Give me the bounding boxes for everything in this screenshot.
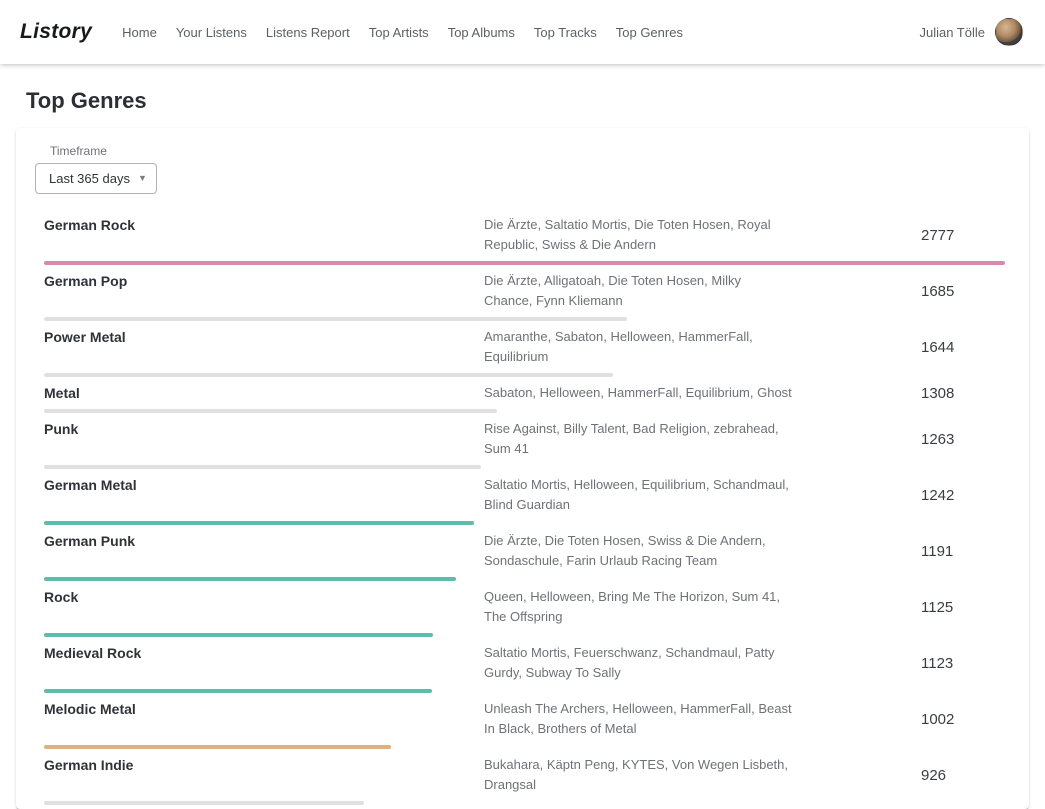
table-row: Melodic Metal Unleash The Archers, Hello… [44,693,1005,749]
genre-name: Medieval Rock [44,643,484,683]
table-row: German Rock Die Ärzte, Saltatio Mortis, … [44,209,1005,265]
nav-item-your-listens[interactable]: Your Listens [176,25,247,40]
genre-listen-count: 1002 [921,711,1005,728]
genre-top-artists: Bukahara, Käptn Peng, KYTES, Von Wegen L… [484,755,792,795]
genre-name: Punk [44,419,484,459]
genre-name: Melodic Metal [44,699,484,739]
nav-item-top-genres[interactable]: Top Genres [616,25,683,40]
nav-item-top-albums[interactable]: Top Albums [448,25,515,40]
user-name[interactable]: Julian Tölle [919,25,985,40]
genre-name: German Rock [44,215,484,255]
nav-item-home[interactable]: Home [122,25,157,40]
table-row: Medieval Rock Saltatio Mortis, Feuerschw… [44,637,1005,693]
genre-name: Power Metal [44,327,484,367]
genre-bar [44,801,364,805]
app-logo[interactable]: Listory [20,20,92,44]
genre-listen-count: 2777 [921,227,1005,244]
genre-listen-count: 1263 [921,431,1005,448]
timeframe-select[interactable]: Last 365 days ▼ [35,163,157,194]
genre-top-artists: Amaranthe, Sabaton, Helloween, HammerFal… [484,327,792,367]
genre-top-artists: Die Ärzte, Alligatoah, Die Toten Hosen, … [484,271,792,311]
genre-listen-count: 1191 [921,543,1005,560]
table-row: Metal Sabaton, Helloween, HammerFall, Eq… [44,377,1005,413]
nav-item-listens-report[interactable]: Listens Report [266,25,350,40]
nav-item-top-tracks[interactable]: Top Tracks [534,25,597,40]
table-row: German Pop Die Ärzte, Alligatoah, Die To… [44,265,1005,321]
genre-listen-count: 926 [921,767,1005,784]
top-genres-card: Timeframe Last 365 days ▼ German Rock Di… [16,128,1029,809]
genre-name: German Indie [44,755,484,795]
app-bar: Listory Home Your Listens Listens Report… [0,0,1045,64]
timeframe-selected-value: Last 365 days [49,171,130,186]
genre-top-artists: Saltatio Mortis, Helloween, Equilibrium,… [484,475,792,515]
timeframe-control: Timeframe Last 365 days ▼ [35,144,1029,194]
genre-listen-count: 1123 [921,655,1005,672]
genre-name: German Pop [44,271,484,311]
table-row: German Indie Bukahara, Käptn Peng, KYTES… [44,749,1005,805]
genre-name: German Metal [44,475,484,515]
genre-name: Metal [44,383,484,403]
genre-listen-count: 1242 [921,487,1005,504]
timeframe-label: Timeframe [50,144,1029,158]
genre-name: Rock [44,587,484,627]
genre-listen-count: 1644 [921,339,1005,356]
nav-item-top-artists[interactable]: Top Artists [369,25,429,40]
genre-listen-count: 1308 [921,385,1005,402]
genre-top-artists: Die Ärzte, Saltatio Mortis, Die Toten Ho… [484,215,792,255]
genre-listen-count: 1125 [921,599,1005,616]
genre-top-artists: Die Ärzte, Die Toten Hosen, Swiss & Die … [484,531,792,571]
table-row: German Punk Die Ärzte, Die Toten Hosen, … [44,525,1005,581]
genre-top-artists: Saltatio Mortis, Feuerschwanz, Schandmau… [484,643,792,683]
genre-listen-count: 1685 [921,283,1005,300]
genre-top-artists: Queen, Helloween, Bring Me The Horizon, … [484,587,792,627]
main-nav: Home Your Listens Listens Report Top Art… [122,25,919,40]
genre-top-artists: Unleash The Archers, Helloween, HammerFa… [484,699,792,739]
genre-table: German Rock Die Ärzte, Saltatio Mortis, … [16,209,1029,805]
page-title: Top Genres [26,88,1045,114]
chevron-down-icon: ▼ [138,174,147,183]
genre-top-artists: Sabaton, Helloween, HammerFall, Equilibr… [484,383,792,403]
table-row: Power Metal Amaranthe, Sabaton, Hellowee… [44,321,1005,377]
user-avatar[interactable] [995,18,1023,46]
genre-top-artists: Rise Against, Billy Talent, Bad Religion… [484,419,792,459]
genre-name: German Punk [44,531,484,571]
user-menu[interactable]: Julian Tölle [919,18,1023,46]
table-row: German Metal Saltatio Mortis, Helloween,… [44,469,1005,525]
table-row: Rock Queen, Helloween, Bring Me The Hori… [44,581,1005,637]
table-row: Punk Rise Against, Billy Talent, Bad Rel… [44,413,1005,469]
